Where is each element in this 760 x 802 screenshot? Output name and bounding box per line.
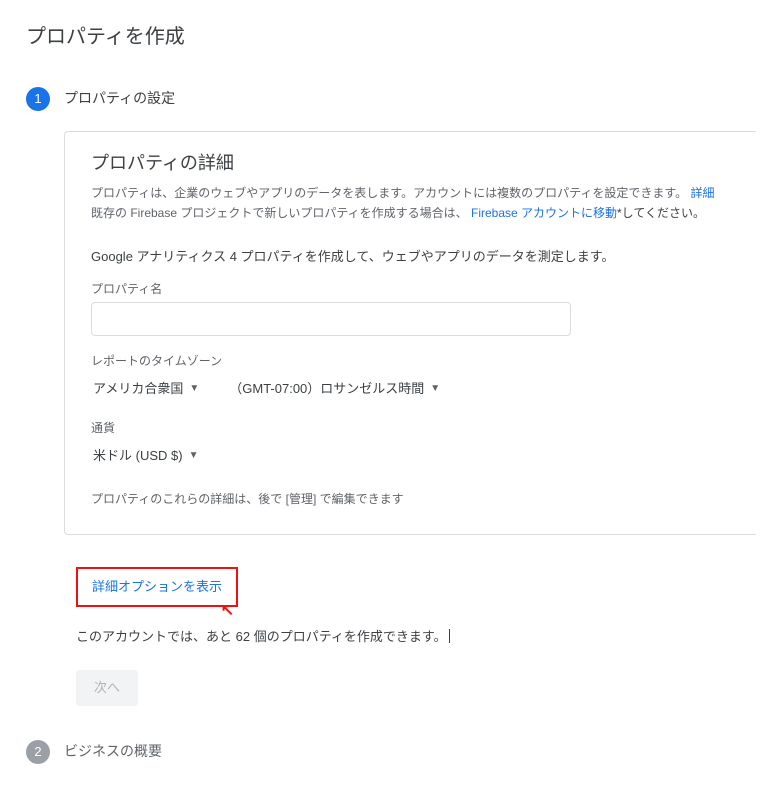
step-1-header: 1 プロパティの設定 [26, 87, 756, 111]
text-caret-icon [449, 629, 450, 643]
currency-group: 通貨 米ドル (USD $) ▼ [91, 419, 730, 470]
property-quota-text: このアカウントでは、あと 62 個のプロパティを作成できます。 [76, 627, 756, 647]
page-title: プロパティを作成 [26, 22, 756, 53]
help-line-1: プロパティは、企業のウェブやアプリのデータを表します。アカウントには複数のプロパ… [91, 186, 687, 200]
currency-dropdown[interactable]: 米ドル (USD $) ▼ [91, 442, 200, 470]
timezone-dropdown[interactable]: （GMT-07:00）ロサンゼルス時間 ▼ [227, 375, 442, 403]
timezone-group: レポートのタイムゾーン アメリカ合衆国 ▼ （GMT-07:00）ロサンゼルス時… [91, 352, 730, 403]
card-title: プロパティの詳細 [91, 150, 730, 178]
quota-a: このアカウントでは、あと [76, 629, 236, 644]
country-value: アメリカ合衆国 [93, 379, 183, 399]
next-button[interactable]: 次へ [76, 670, 138, 706]
property-name-group: プロパティ名 [91, 280, 730, 337]
details-link[interactable]: 詳細 [691, 186, 715, 200]
quota-b: 個のプロパティを作成できます。 [250, 629, 447, 644]
chevron-down-icon: ▼ [189, 381, 199, 397]
edit-later-note: プロパティのこれらの詳細は、後で [管理] で編集できます [91, 490, 730, 509]
step-2-header[interactable]: 2 ビジネスの概要 [26, 740, 756, 764]
help-line-2b: *してください。 [617, 206, 705, 220]
property-details-card: プロパティの詳細 プロパティは、企業のウェブやアプリのデータを表します。アカウン… [64, 131, 756, 535]
timezone-label: レポートのタイムゾーン [91, 352, 730, 371]
cursor-arrow-icon: ↖ [221, 603, 234, 619]
firebase-link[interactable]: Firebase アカウントに移動 [471, 206, 617, 220]
chevron-down-icon: ▼ [189, 448, 199, 464]
step-2-title: ビジネスの概要 [64, 741, 162, 763]
help-line-2a: 既存の Firebase プロジェクトで新しいプロパティを作成する場合は、 [91, 206, 468, 220]
currency-label: 通貨 [91, 419, 730, 438]
timezone-value: （GMT-07:00）ロサンゼルス時間 [229, 379, 424, 399]
step-1-title: プロパティの設定 [64, 88, 175, 110]
chevron-down-icon: ▼ [430, 381, 440, 397]
property-name-input[interactable] [91, 302, 571, 336]
step-2-badge: 2 [26, 740, 50, 764]
quota-count: 62 [236, 629, 250, 644]
country-dropdown[interactable]: アメリカ合衆国 ▼ [91, 375, 201, 403]
property-name-label: プロパティ名 [91, 280, 730, 299]
card-help-text: プロパティは、企業のウェブやアプリのデータを表します。アカウントには複数のプロパ… [91, 184, 730, 224]
currency-value: 米ドル (USD $) [93, 446, 183, 466]
step-1-body: プロパティの詳細 プロパティは、企業のウェブやアプリのデータを表します。アカウン… [64, 131, 756, 706]
advanced-options-highlight: 詳細オプションを表示 ↖ [76, 567, 238, 607]
ga4-lead-text: Google アナリティクス 4 プロパティを作成して、ウェブやアプリのデータを… [91, 247, 730, 267]
show-advanced-options-link[interactable]: 詳細オプションを表示 [92, 579, 222, 594]
step-1-badge: 1 [26, 87, 50, 111]
